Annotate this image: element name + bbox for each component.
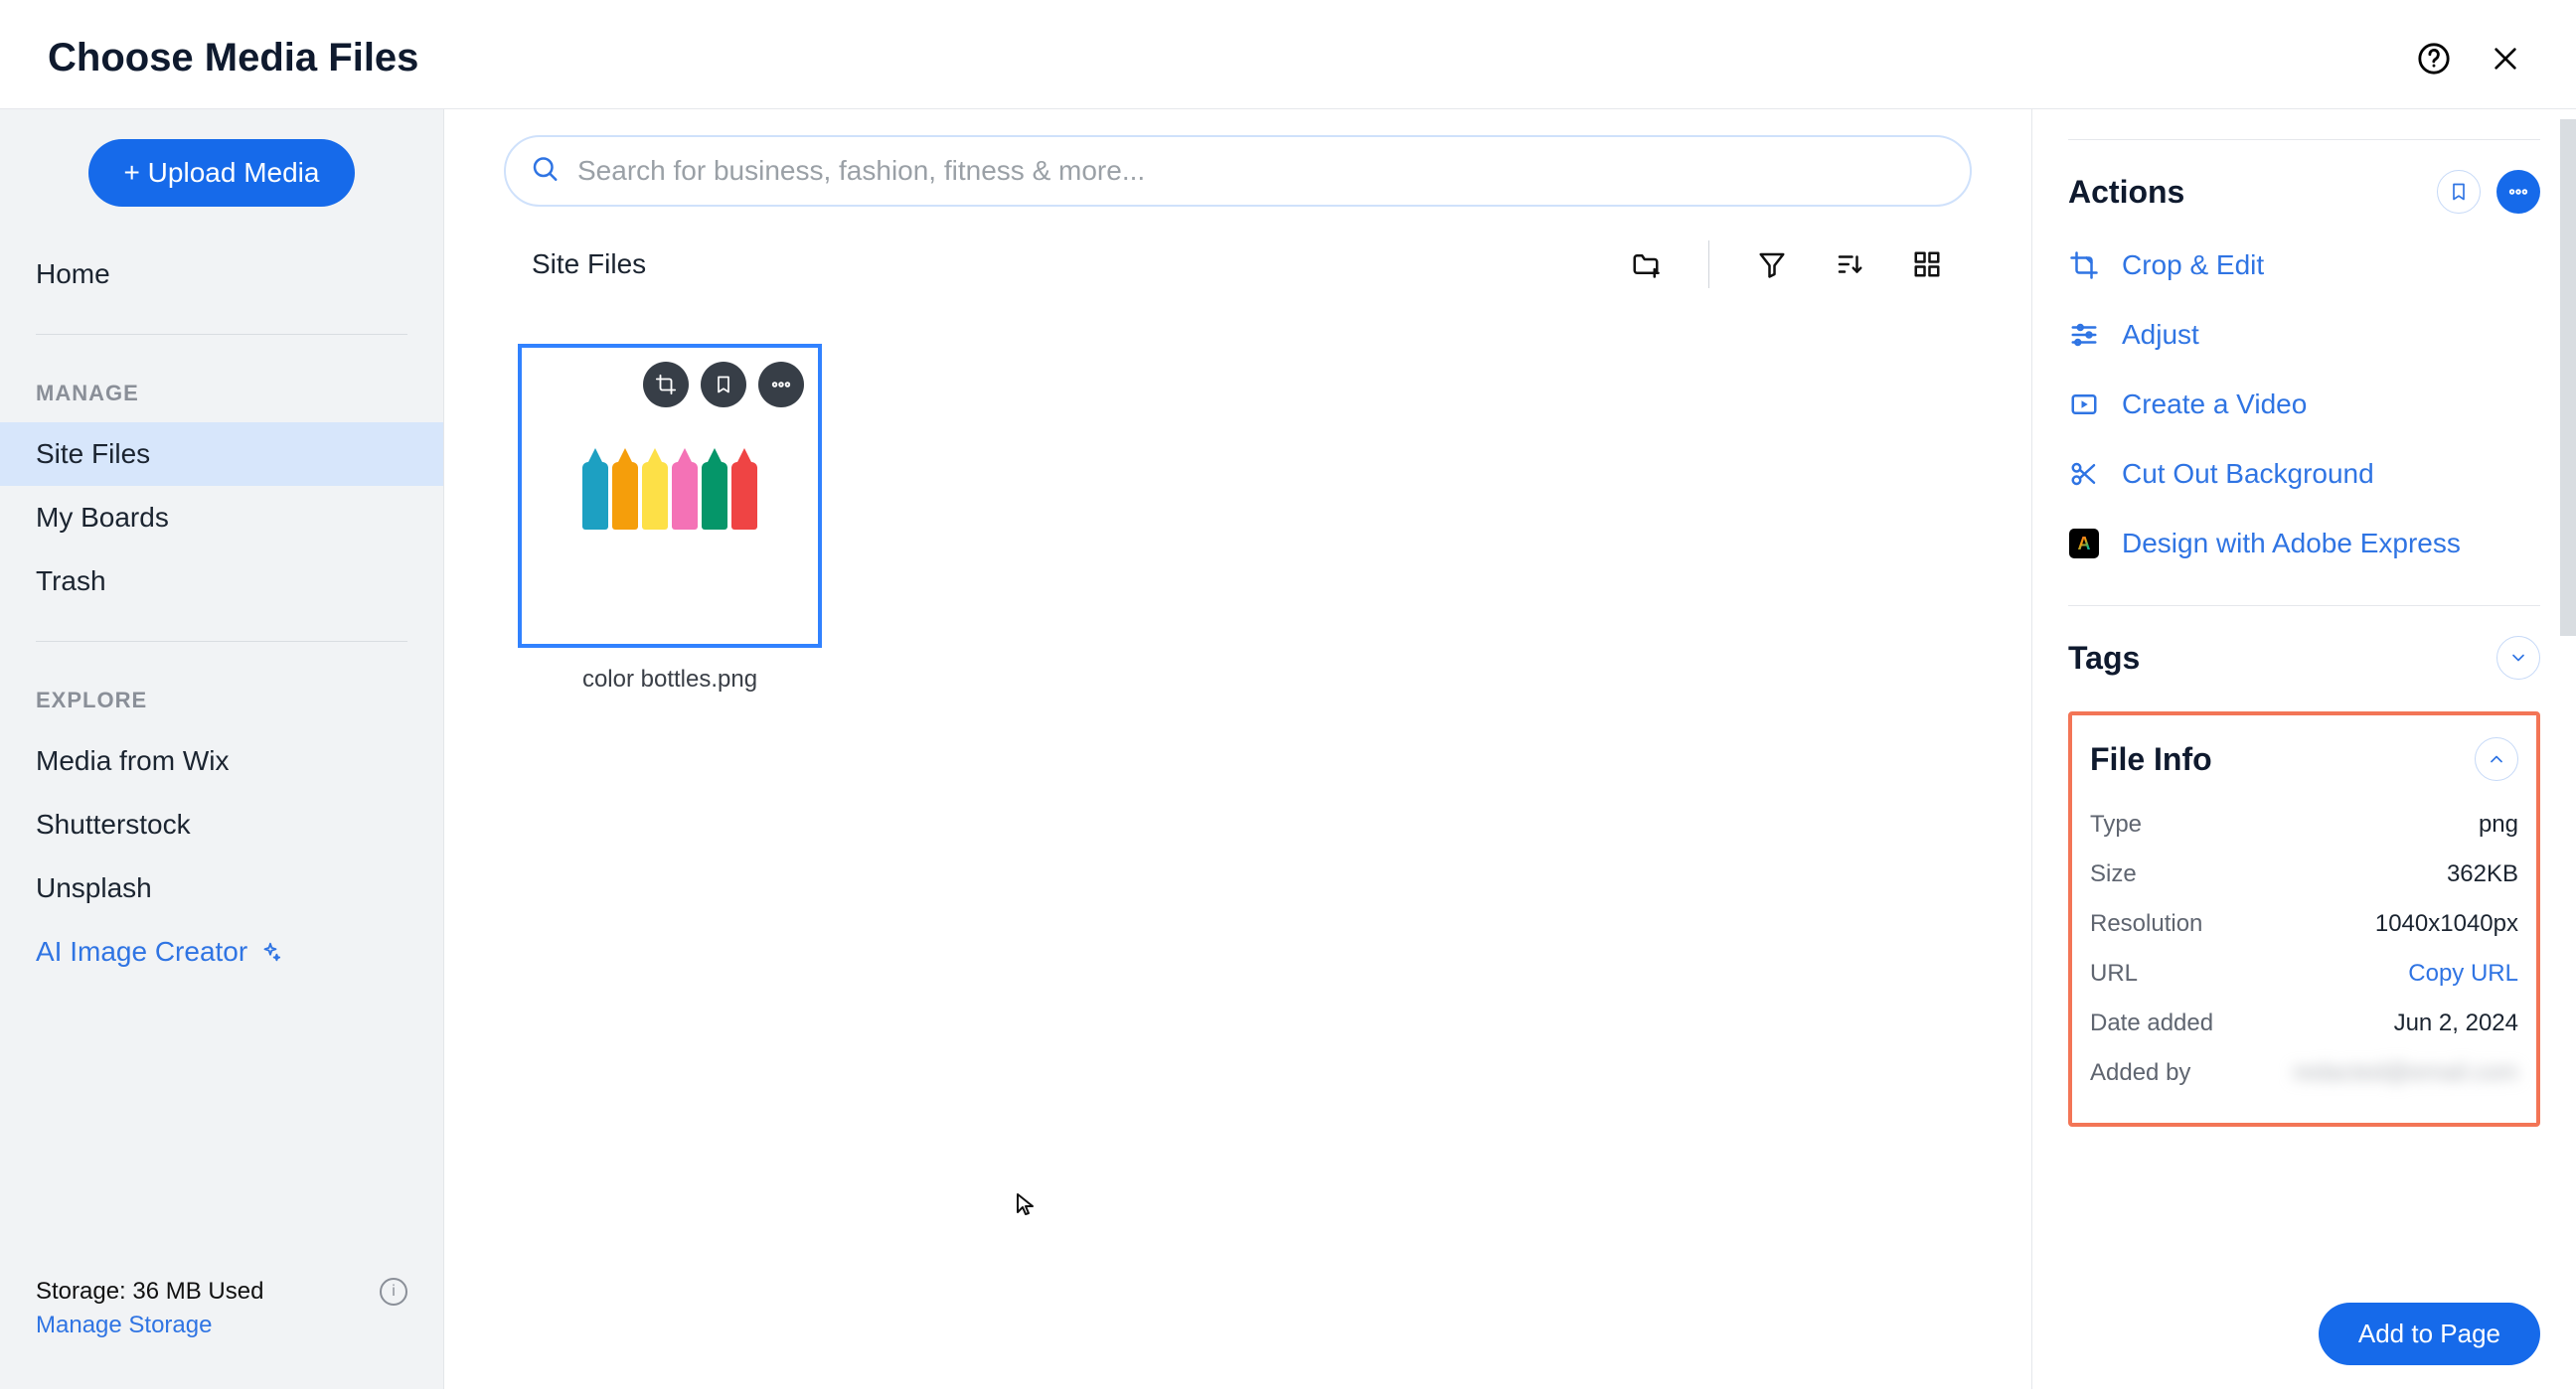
copy-url-link[interactable]: Copy URL	[2408, 960, 2518, 988]
action-label: Adjust	[2122, 319, 2199, 351]
info-row-url: URLCopy URL	[2090, 960, 2518, 988]
image-preview	[582, 462, 757, 530]
info-row-resolution: Resolution1040x1040px	[2090, 910, 2518, 938]
scissors-icon	[2068, 458, 2100, 490]
action-adobe-express[interactable]: A Design with Adobe Express	[2068, 528, 2540, 559]
separator	[1708, 240, 1709, 288]
adobe-icon: A	[2068, 528, 2100, 559]
sliders-icon	[2068, 319, 2100, 351]
bookmark-button[interactable]	[2437, 170, 2481, 214]
filter-icon[interactable]	[1757, 249, 1787, 279]
file-info-section: File Info Typepng Size362KB Resolution10…	[2068, 711, 2540, 1127]
action-label: Crop & Edit	[2122, 249, 2264, 281]
info-row-added-by: Added byredacted@email.com	[2090, 1059, 2518, 1087]
action-label: Design with Adobe Express	[2122, 528, 2461, 559]
sidebar-section-explore: EXPLORE	[0, 688, 443, 729]
info-row-type: Typepng	[2090, 811, 2518, 839]
action-adjust[interactable]: Adjust	[2068, 319, 2540, 351]
new-folder-icon[interactable]	[1631, 249, 1661, 279]
action-label: Create a Video	[2122, 389, 2307, 420]
info-icon[interactable]: i	[380, 1278, 407, 1306]
action-label: Cut Out Background	[2122, 458, 2374, 490]
action-create-video[interactable]: Create a Video	[2068, 389, 2540, 420]
sidebar-item-media-from-wix[interactable]: Media from Wix	[0, 729, 443, 793]
divider	[2068, 139, 2540, 140]
sidebar-item-trash[interactable]: Trash	[0, 549, 443, 613]
crop-icon[interactable]	[643, 362, 689, 407]
search-input[interactable]	[504, 135, 1972, 207]
dialog-header: Choose Media Files	[0, 0, 2576, 109]
video-icon	[2068, 389, 2100, 420]
scrollbar[interactable]	[2560, 119, 2576, 636]
media-item[interactable]: color bottles.png	[518, 344, 822, 694]
storage-text: Storage: 36 MB Used	[36, 1278, 263, 1306]
more-icon[interactable]	[758, 362, 804, 407]
sidebar-item-ai-image-creator[interactable]: AI Image Creator	[0, 920, 443, 984]
sidebar-item-home[interactable]: Home	[0, 242, 443, 306]
upload-media-button[interactable]: + Upload Media	[88, 139, 356, 207]
file-info-title: File Info	[2090, 741, 2212, 778]
content-area: Site Files	[444, 109, 2031, 1389]
help-icon[interactable]	[2417, 42, 2451, 76]
crop-icon	[2068, 249, 2100, 281]
sidebar-item-unsplash[interactable]: Unsplash	[0, 856, 443, 920]
sparkle-icon	[259, 941, 281, 963]
sidebar-item-site-files[interactable]: Site Files	[0, 422, 443, 486]
info-row-date: Date addedJun 2, 2024	[2090, 1010, 2518, 1037]
breadcrumb[interactable]: Site Files	[532, 248, 646, 280]
bookmark-icon[interactable]	[701, 362, 746, 407]
grid-view-icon[interactable]	[1912, 249, 1942, 279]
sidebar: + Upload Media Home MANAGE Site Files My…	[0, 109, 444, 1389]
more-actions-button[interactable]	[2496, 170, 2540, 214]
sidebar-item-my-boards[interactable]: My Boards	[0, 486, 443, 549]
manage-storage-link[interactable]: Manage Storage	[36, 1312, 407, 1339]
sort-icon[interactable]	[1835, 249, 1864, 279]
action-cut-background[interactable]: Cut Out Background	[2068, 458, 2540, 490]
media-filename: color bottles.png	[518, 666, 822, 694]
divider	[2068, 605, 2540, 606]
dialog-title: Choose Media Files	[48, 36, 418, 80]
search-icon	[530, 154, 560, 189]
collapse-fileinfo-button[interactable]	[2475, 737, 2518, 781]
cursor-icon	[1014, 1192, 1038, 1223]
actions-title: Actions	[2068, 174, 2184, 211]
sidebar-ai-label: AI Image Creator	[36, 936, 247, 968]
sidebar-item-shutterstock[interactable]: Shutterstock	[0, 793, 443, 856]
info-row-size: Size362KB	[2090, 860, 2518, 888]
action-crop-edit[interactable]: Crop & Edit	[2068, 249, 2540, 281]
add-to-page-button[interactable]: Add to Page	[2319, 1303, 2540, 1365]
header-actions	[2417, 42, 2528, 76]
sidebar-section-manage: MANAGE	[0, 381, 443, 422]
divider	[36, 641, 407, 642]
divider	[36, 334, 407, 335]
expand-tags-button[interactable]	[2496, 636, 2540, 680]
details-panel: Actions Crop & Edit Adjust Create a V	[2031, 109, 2576, 1389]
media-thumbnail[interactable]	[518, 344, 822, 648]
close-icon[interactable]	[2489, 42, 2522, 76]
tags-title: Tags	[2068, 640, 2140, 677]
storage-info: Storage: 36 MB Used i Manage Storage	[0, 1248, 443, 1389]
